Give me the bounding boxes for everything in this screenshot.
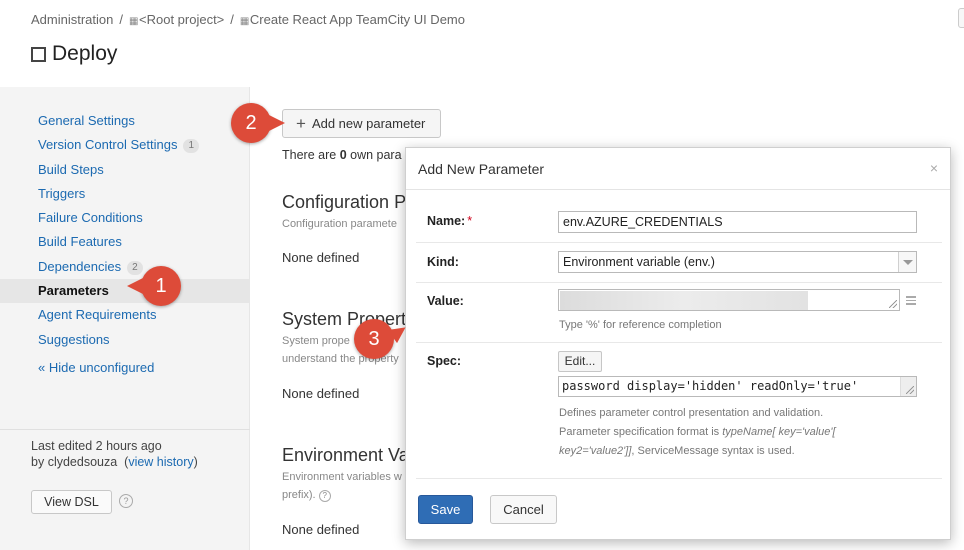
sidebar-item-build-features[interactable]: Build Features [0, 230, 249, 254]
spec-description: Defines parameter control presentation a… [559, 407, 836, 457]
annotation-marker-2: 2 [231, 103, 285, 143]
spec-label: Spec: [427, 354, 462, 368]
value-field[interactable] [558, 289, 900, 311]
hide-unconfigured-link[interactable]: « Hide unconfigured [38, 360, 154, 375]
sidebar-item-agent-requirements[interactable]: Agent Requirements [0, 303, 249, 327]
own-params-summary: There are 0 own para [282, 148, 402, 162]
sidebar-item-build-steps[interactable]: Build Steps [0, 158, 249, 182]
sidebar-item-suggestions[interactable]: Suggestions [0, 328, 249, 352]
edit-spec-button[interactable]: Edit... [558, 351, 602, 372]
divider [416, 478, 942, 479]
name-field[interactable]: env.AZURE_CREDENTIALS [558, 211, 917, 233]
header-control[interactable] [958, 8, 964, 28]
page-title-text: Deploy [52, 42, 118, 65]
project-grid-icon: ▦ [129, 16, 139, 27]
build-config-square-icon [31, 46, 46, 62]
section-title-configuration: Configuration P [282, 192, 407, 212]
section-title-environment: Environment Va [282, 445, 409, 465]
spec-field[interactable]: password display='hidden' readOnly='true… [558, 376, 917, 397]
section-desc-environment-line1: Environment variables w [282, 471, 402, 483]
breadcrumb-separator: / [230, 12, 234, 27]
last-edited-info: Last edited 2 hours ago by clydedsouza (… [31, 439, 198, 469]
divider [416, 242, 942, 243]
sidebar-item-parameters[interactable]: Parameters [0, 279, 249, 304]
resize-handle-icon[interactable] [900, 377, 916, 396]
kind-label: Kind: [427, 255, 459, 269]
section-desc-environment-line2: prefix). ? [282, 486, 331, 504]
expand-editor-icon[interactable] [906, 296, 916, 305]
required-asterisk: * [467, 214, 473, 228]
help-icon[interactable]: ? [318, 490, 331, 502]
count-badge: 2 [127, 260, 143, 275]
sidebar-item-general-settings[interactable]: General Settings [0, 109, 249, 133]
dialog-title: Add New Parameter [418, 161, 545, 177]
section-desc-configuration: Configuration paramete [282, 218, 397, 230]
sidebar-item-dependencies[interactable]: Dependencies 2 [0, 255, 249, 279]
breadcrumb-separator: / [119, 12, 123, 27]
sidebar-item-version-control-settings[interactable]: Version Control Settings 1 [0, 133, 249, 157]
none-defined-text: None defined [282, 386, 360, 401]
view-history-link[interactable]: view history [128, 455, 193, 469]
annotation-marker-1: 1 [127, 266, 181, 306]
breadcrumb-root-project[interactable]: <Root project> [139, 12, 224, 27]
add-new-parameter-label: Add new parameter [311, 116, 426, 131]
close-icon[interactable]: × [930, 160, 938, 176]
kind-select[interactable]: Environment variable (env.) [558, 251, 917, 273]
last-edited-user: clydedsouza [47, 455, 118, 469]
breadcrumb-administration[interactable]: Administration [31, 12, 113, 27]
divider [416, 342, 942, 343]
breadcrumb: Administration / ▦<Root project> / ▦Create R… [31, 12, 465, 27]
save-button[interactable]: Save [418, 495, 473, 524]
sidebar: General Settings Version Control Setting… [0, 87, 250, 550]
resize-handle-icon[interactable] [889, 300, 897, 308]
value-hint: Type '%' for reference completion [559, 319, 722, 331]
breadcrumb-project[interactable]: Create React App TeamCity UI Demo [250, 12, 465, 27]
divider [0, 429, 250, 430]
chevron-down-icon [898, 252, 916, 272]
redacted-value [560, 291, 808, 310]
plus-icon: + [296, 114, 306, 133]
view-dsl-button[interactable]: View DSL [31, 490, 112, 514]
sidebar-item-failure-conditions[interactable]: Failure Conditions [0, 206, 249, 230]
divider [416, 282, 942, 283]
none-defined-text: None defined [282, 250, 360, 265]
add-new-parameter-dialog: Add New Parameter × Name: * env.AZURE_CRE… [405, 147, 951, 540]
section-desc-system-line1: System prope [282, 335, 350, 347]
count-badge: 1 [183, 139, 200, 154]
cancel-button[interactable]: Cancel [490, 495, 557, 524]
add-new-parameter-button[interactable]: + Add new parameter [282, 109, 441, 138]
value-label: Value: [427, 294, 464, 308]
none-defined-text: None defined [282, 522, 360, 537]
sidebar-item-triggers[interactable]: Triggers [0, 182, 249, 206]
dialog-header: Add New Parameter × [406, 148, 950, 190]
sidebar-nav: General Settings Version Control Setting… [0, 87, 249, 352]
annotation-marker-3: 3 [354, 319, 394, 359]
project-grid-icon: ▦ [239, 16, 250, 27]
name-label: Name: * [427, 214, 473, 228]
page-title: Deploy [31, 42, 117, 66]
help-icon[interactable]: ? [119, 494, 133, 508]
